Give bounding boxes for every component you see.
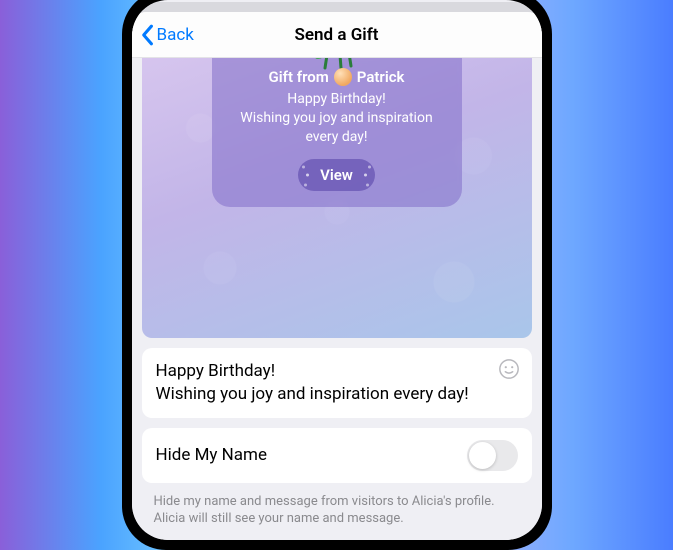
modal-sheet: Back Send a Gift xyxy=(132,12,542,540)
hide-name-toggle[interactable] xyxy=(467,440,518,471)
message-card: Happy Birthday! Wishing you joy and insp… xyxy=(142,348,532,418)
phone-frame: Back Send a Gift xyxy=(122,0,552,550)
hide-name-description: Hide my name and message from visitors t… xyxy=(154,493,520,528)
gift-preview: Gift from Patrick Happy Birthday! Wishin… xyxy=(142,58,532,338)
back-button[interactable]: Back xyxy=(132,24,194,46)
sender-avatar xyxy=(334,68,352,86)
gift-msg-line2: Wishing you joy and inspiration every da… xyxy=(226,109,448,147)
gift-message-preview: Happy Birthday! Wishing you joy and insp… xyxy=(226,90,448,147)
screen: Back Send a Gift xyxy=(132,0,542,540)
back-label: Back xyxy=(157,25,194,45)
smiley-icon xyxy=(498,358,520,380)
view-button-label: View xyxy=(320,166,353,184)
hide-name-card: Hide My Name xyxy=(142,428,532,483)
hide-name-label: Hide My Name xyxy=(156,445,267,465)
navbar: Back Send a Gift xyxy=(132,12,542,58)
gift-msg-line1: Happy Birthday! xyxy=(226,90,448,109)
message-input[interactable]: Happy Birthday! Wishing you joy and insp… xyxy=(156,360,488,406)
view-button[interactable]: View xyxy=(298,159,375,191)
gift-bubble: Gift from Patrick Happy Birthday! Wishin… xyxy=(212,58,462,207)
chevron-left-icon xyxy=(140,24,154,46)
emoji-button[interactable] xyxy=(498,358,520,380)
gift-from-line: Gift from Patrick xyxy=(226,68,448,86)
content: Gift from Patrick Happy Birthday! Wishin… xyxy=(132,58,542,540)
hide-name-row: Hide My Name xyxy=(156,440,518,471)
